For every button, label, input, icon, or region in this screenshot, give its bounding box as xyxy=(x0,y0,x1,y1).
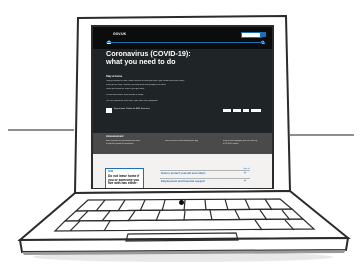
hero-bullet: If you go out, stay 2 metres (6ft) away … xyxy=(106,84,166,86)
laptop-screen: GOV.UK Coronavirus (COVID-19): what you … xyxy=(93,27,272,188)
save-lives-icon xyxy=(251,109,261,112)
header-divider xyxy=(106,42,265,43)
announcement-title: Announcement xyxy=(106,135,124,138)
accordion-label: Employment and financial support xyxy=(161,180,206,183)
page-title: Coronavirus (COVID-19): what you need to… xyxy=(106,49,191,67)
nhs-info-box: NHS Do not leave home if you or someone … xyxy=(105,168,144,188)
plus-icon: + xyxy=(244,179,246,183)
announcement-item[interactable]: Find out how to claim statutory sick pay xyxy=(165,140,201,143)
announcement-item[interactable]: Boris Johnson has announced new rules to… xyxy=(106,140,142,145)
protect-nhs-icon xyxy=(233,109,241,112)
accordion-item-protect[interactable]: How to protect yourself and others + xyxy=(160,170,250,177)
heart-icon xyxy=(243,109,249,112)
site-header: GOV.UK xyxy=(93,27,272,49)
hero-bullet: Only go outside for food, health reasons… xyxy=(106,80,185,82)
accordion-label: How to protect yourself and others xyxy=(161,172,206,175)
govuk-logo[interactable]: GOV.UK xyxy=(113,31,126,37)
nhs-logo xyxy=(106,108,112,113)
info-box-text: Do not leave home if you or someone you … xyxy=(108,174,140,186)
info-box-heading: NHS xyxy=(108,170,114,173)
search-input[interactable] xyxy=(241,32,262,38)
hero-slogan: Stay at home. Protect the NHS. Save live… xyxy=(114,108,151,110)
webcam-icon xyxy=(179,200,184,205)
crown-icon xyxy=(106,32,112,44)
hero-note: Do not meet others, even friends or fami… xyxy=(106,94,144,96)
stay-home-icon xyxy=(223,109,231,112)
accordion-item-employment[interactable]: Employment and financial support + xyxy=(160,178,250,185)
main-content: Open all NHS Do not leave home if you or… xyxy=(93,154,272,188)
hero-bullet: Wash your hands as soon as you get home xyxy=(106,88,145,90)
hero-banner: Coronavirus (COVID-19): what you need to… xyxy=(93,49,272,133)
announcement-panel: Announcement Boris Johnson has announced… xyxy=(93,133,272,154)
search-button[interactable] xyxy=(260,32,266,45)
plus-icon: + xyxy=(244,171,246,175)
announcement-item[interactable]: If you're self-employed, you can claim u… xyxy=(223,140,259,145)
hero-note: You can spread the virus even if you don… xyxy=(106,100,159,102)
hero-heading: Stay at home xyxy=(106,75,123,78)
